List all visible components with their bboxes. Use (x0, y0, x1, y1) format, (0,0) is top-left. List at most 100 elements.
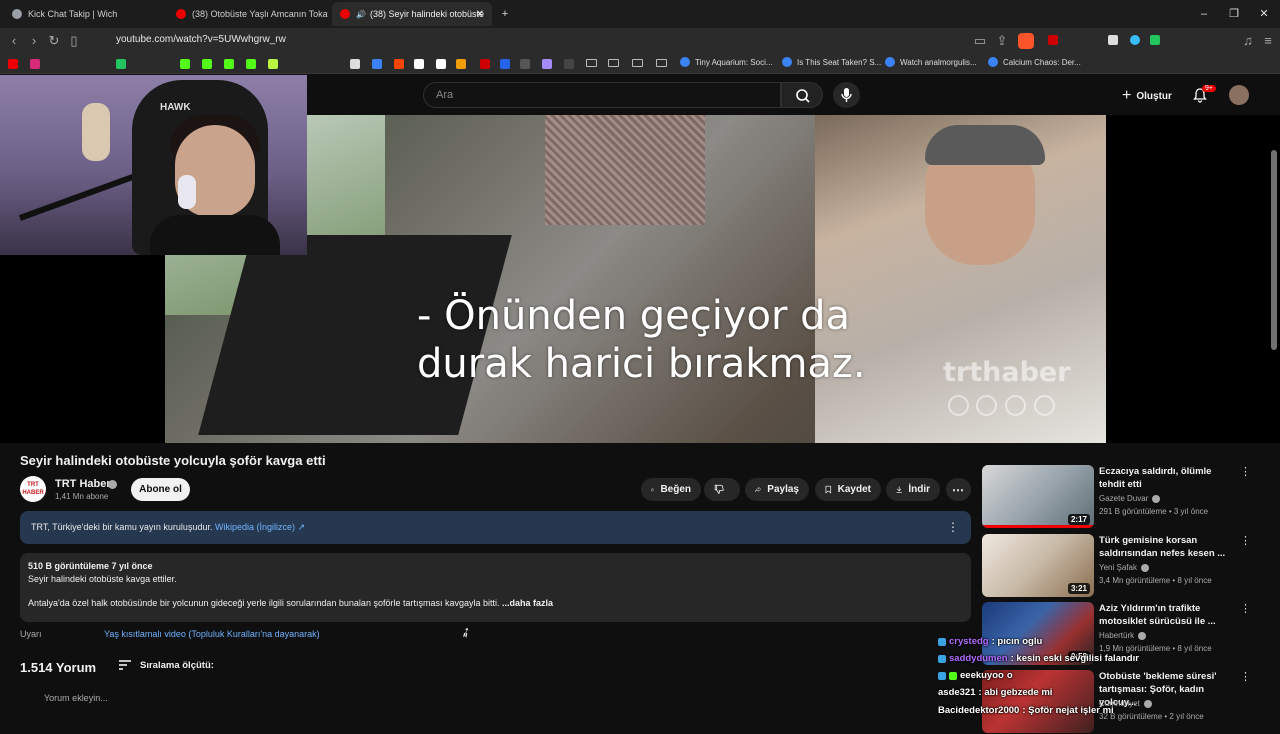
wikipedia-link[interactable]: Wikipedia (İngilizce) ↗ (215, 522, 305, 532)
share-icon[interactable]: ⇪ (994, 33, 1010, 49)
reddit-bookmark-icon[interactable] (394, 59, 404, 69)
folder-icon[interactable] (608, 59, 619, 67)
twitter-icon (976, 395, 997, 416)
create-button[interactable]: + Oluştur (1122, 87, 1172, 105)
bookmark-icon[interactable] (456, 59, 466, 69)
youtube-icon (340, 9, 350, 19)
folder-icon[interactable] (632, 59, 643, 67)
save-button[interactable]: Kaydet (815, 478, 881, 501)
avatar[interactable] (1229, 85, 1249, 105)
speaker-icon[interactable]: 🔊 (356, 10, 366, 19)
sort-button[interactable]: Sıralama ölçütü: (118, 659, 214, 671)
facebook-icon (948, 395, 969, 416)
comment-input[interactable]: Yorum ekleyin... (44, 693, 108, 703)
bookmark-icon[interactable] (116, 59, 126, 69)
search-button[interactable] (781, 82, 823, 108)
kick-bookmark-icon[interactable] (202, 59, 212, 69)
video-description[interactable]: 510 B görüntüleme 7 yıl önce Seyir halin… (20, 553, 971, 622)
more-icon[interactable]: ⋮ (1240, 534, 1251, 547)
recommendation-item[interactable]: 3:21 Türk gemisine korsan saldırısından … (982, 534, 1252, 598)
mic-icon (841, 88, 852, 102)
extension-icon[interactable] (1130, 35, 1140, 45)
recommendation-title[interactable]: Aziz Yıldırım'ın trafikte motosiklet sür… (1099, 602, 1239, 628)
search-input[interactable]: Ara (423, 82, 781, 108)
bookmark-watch[interactable]: Watch analmorgulis... (885, 57, 977, 67)
x-bookmark-icon[interactable] (350, 59, 360, 69)
recommendation-title[interactable]: Türk gemisine korsan saldırısından nefes… (1099, 534, 1239, 560)
bookmark-icon[interactable] (520, 59, 530, 69)
bookmark-tiny-aquarium[interactable]: Tiny Aquarium: Soci... (680, 57, 773, 67)
tab-youtube-otobus-tokat[interactable]: (38) Otobüste Yaşlı Amcanın Tokatı - (168, 2, 328, 26)
maximize-button[interactable]: ❐ (1226, 6, 1242, 22)
channel-avatar[interactable]: TRT HABER (20, 476, 46, 502)
instagram-bookmark-icon[interactable] (30, 59, 40, 69)
tab-kick-chat[interactable]: Kick Chat Takip | Wich (4, 2, 164, 26)
cast-icon[interactable]: ▭ (972, 33, 988, 49)
reload-icon[interactable]: ↻ (46, 33, 62, 49)
more-actions-button[interactable]: ⋯ (946, 478, 971, 501)
scrollbar[interactable] (1271, 150, 1277, 350)
url-input[interactable]: youtube.com/watch?v=5UWwhgrw_rw (116, 34, 286, 45)
show-more-link[interactable]: ...daha fazla (502, 598, 553, 608)
folder-icon[interactable] (586, 59, 597, 67)
menu-icon[interactable]: ≡ (1260, 33, 1276, 48)
ublock-icon[interactable] (1048, 35, 1058, 45)
tab-youtube-active[interactable]: 🔊 (38) Seyir halindeki otobüste ✕ (332, 2, 492, 26)
recommendation-item[interactable]: 2:17 Eczacıya saldırdı, ölümle tehdit et… (982, 465, 1252, 529)
globe-icon (12, 9, 22, 19)
like-button[interactable]: Beğen (641, 478, 701, 501)
close-window-button[interactable]: ✕ (1256, 6, 1272, 22)
bookmark-icon[interactable] (480, 59, 490, 69)
recommendation-channel[interactable]: Gazete Duvar (1099, 494, 1161, 503)
search-icon (796, 89, 810, 103)
recommendation-channel[interactable]: Yeni Şafak (1099, 563, 1149, 572)
bookmark-icon[interactable]: ▯ (66, 33, 82, 49)
brave-shield-icon[interactable] (1018, 33, 1034, 49)
bookmark-icon[interactable] (542, 59, 552, 69)
share-button[interactable]: Paylaş (745, 478, 809, 501)
playlist-icon[interactable]: ♫ (1240, 33, 1256, 48)
bookmark-icon[interactable] (372, 59, 382, 69)
bookmarks-bar: Tiny Aquarium: Soci... Is This Seat Take… (0, 54, 1280, 74)
bookmark-icon[interactable] (268, 59, 278, 69)
bookmark-icon[interactable] (500, 59, 510, 69)
channel-name[interactable]: TRT Haber (55, 478, 111, 490)
watch-progress-bar (982, 525, 1094, 528)
forward-icon[interactable]: › (26, 33, 42, 48)
browser-tab-bar: Kick Chat Takip | Wich (38) Otobüste Yaş… (0, 0, 1280, 28)
panel-menu-icon[interactable]: ⋮ (947, 520, 959, 534)
more-icon[interactable]: ⋮ (1240, 670, 1251, 683)
recommendation-item[interactable]: Otobüste 'bekleme süresi' tartışması: Şo… (982, 670, 1252, 734)
kick-bookmark-icon[interactable] (180, 59, 190, 69)
recommendation-title[interactable]: Eczacıya saldırdı, ölümle tehdit etti (1099, 465, 1239, 491)
bookmark-icon[interactable] (414, 59, 424, 69)
close-tab-icon[interactable]: ✕ (476, 9, 484, 20)
download-button[interactable]: İndir (886, 478, 940, 501)
age-restriction-link[interactable]: Yaş kısıtlamalı video (Topluluk Kurallar… (104, 629, 320, 639)
bookmark-calcium-chaos[interactable]: Calcium Chaos: Der... (988, 57, 1081, 67)
mascot-figure (82, 103, 110, 161)
minimize-button[interactable]: – (1196, 6, 1212, 22)
dislike-button[interactable] (704, 478, 740, 501)
youtube-bookmark-icon[interactable] (8, 59, 18, 69)
kick-bookmark-icon[interactable] (246, 59, 256, 69)
warning-label: Uyarı (20, 629, 42, 639)
video-thumbnail[interactable]: 2:17 (982, 465, 1094, 528)
bookmark-seat-taken[interactable]: Is This Seat Taken? S... (782, 57, 881, 67)
amazon-bookmark-icon[interactable] (436, 59, 446, 69)
subscribe-button[interactable]: Abone ol (131, 478, 190, 501)
new-tab-button[interactable]: + (497, 6, 513, 22)
chat-badge-icon (938, 637, 946, 646)
extension-icon[interactable] (1150, 35, 1160, 45)
folder-icon[interactable] (656, 59, 667, 67)
more-icon[interactable]: ⋮ (1240, 602, 1251, 615)
more-icon[interactable]: ⋮ (1240, 465, 1251, 478)
back-icon[interactable]: ‹ (6, 33, 22, 48)
kick-bookmark-icon[interactable] (224, 59, 234, 69)
recommendation-channel[interactable]: Habertürk (1099, 631, 1147, 640)
extension-icon[interactable] (1108, 35, 1118, 45)
bookmark-icon[interactable] (564, 59, 574, 69)
voice-search-button[interactable] (833, 82, 860, 108)
video-thumbnail[interactable]: 3:21 (982, 534, 1094, 597)
verified-icon (1138, 631, 1147, 640)
